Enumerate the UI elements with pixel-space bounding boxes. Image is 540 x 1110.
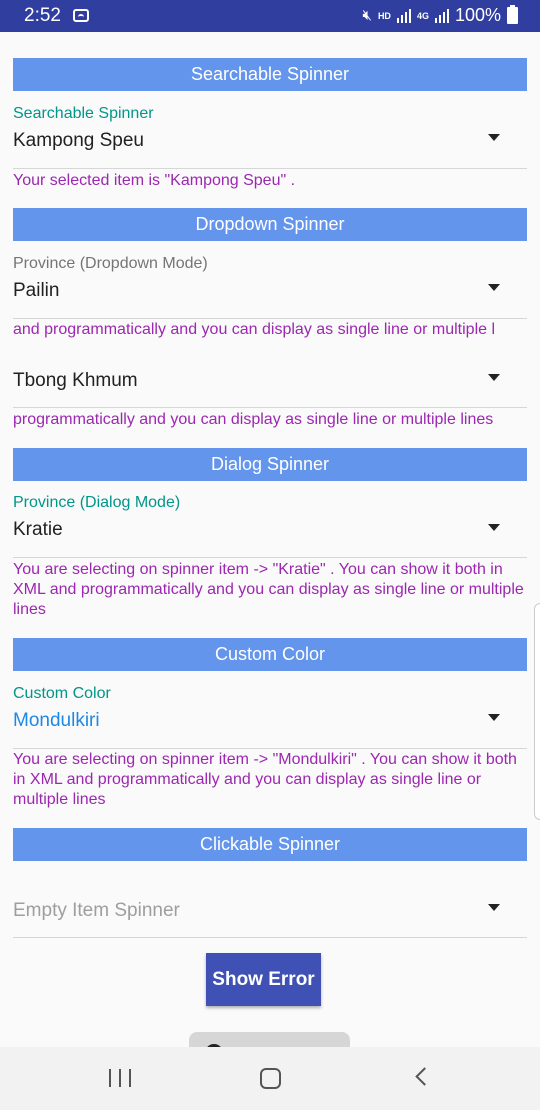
- dropdown-arrow-icon[interactable]: [488, 714, 500, 721]
- signal-icon-2: [434, 8, 449, 23]
- wifi-icon: [73, 9, 89, 22]
- home-icon[interactable]: [260, 1068, 281, 1089]
- dropdown-spinner-underline: [13, 318, 527, 319]
- dropdown-arrow-icon[interactable]: [488, 904, 500, 911]
- floating-button-peek[interactable]: [189, 1032, 350, 1048]
- dropdown-spinner-label: Province (Dropdown Mode): [13, 255, 208, 272]
- back-icon[interactable]: [415, 1067, 434, 1086]
- custom-color-value[interactable]: Mondulkiri: [13, 710, 100, 732]
- custom-color-header: Custom Color: [13, 638, 527, 671]
- dropdown-spinner-2-underline: [13, 407, 527, 408]
- dropdown-arrow-icon[interactable]: [488, 284, 500, 291]
- network-type: 4G: [416, 10, 429, 21]
- status-indicators: 🔇︎ HD 4G 100%: [362, 5, 518, 26]
- dialog-spinner-message: You are selecting on spinner item -> "Kr…: [13, 561, 524, 618]
- clickable-spinner-header: Clickable Spinner: [13, 828, 527, 861]
- battery-icon: [507, 5, 518, 24]
- hd-indicator: HD: [377, 10, 391, 21]
- custom-color-underline: [13, 748, 527, 749]
- signal-icon: [396, 8, 411, 23]
- dialog-spinner-header: Dialog Spinner: [13, 448, 527, 481]
- custom-color-label: Custom Color: [13, 685, 111, 702]
- custom-color-message: You are selecting on spinner item -> "Mo…: [13, 751, 517, 808]
- status-time: 2:52: [24, 5, 61, 26]
- dropdown-arrow-icon[interactable]: [488, 524, 500, 531]
- searchable-spinner-value[interactable]: Kampong Speu: [13, 130, 144, 152]
- status-bar: 2:52 🔇︎ HD 4G 100%: [0, 0, 540, 32]
- dropdown-spinner-2-value[interactable]: Tbong Khmum: [13, 370, 138, 392]
- dropdown-spinner-value[interactable]: Pailin: [13, 280, 59, 302]
- navigation-bar: [0, 1047, 540, 1110]
- empty-item-spinner[interactable]: Empty Item Spinner: [13, 900, 180, 922]
- dropdown-arrow-icon[interactable]: [488, 134, 500, 141]
- show-error-button[interactable]: Show Error: [206, 953, 321, 1006]
- dropdown-spinner-2-message: programmatically and you can display as …: [13, 411, 494, 428]
- searchable-spinner-header: Searchable Spinner: [13, 58, 527, 91]
- recent-apps-icon[interactable]: [109, 1069, 131, 1087]
- battery-percent: 100%: [454, 5, 501, 25]
- searchable-spinner-label: Searchable Spinner: [13, 105, 154, 122]
- dialog-spinner-label: Province (Dialog Mode): [13, 494, 181, 511]
- empty-item-spinner-underline: [13, 937, 527, 938]
- scroll-edge: [534, 603, 540, 820]
- dialog-spinner-underline: [13, 557, 527, 558]
- dropdown-spinner-message: and programmatically and you can display…: [13, 321, 496, 338]
- mute-icon: 🔇︎: [362, 7, 372, 24]
- dropdown-spinner-header: Dropdown Spinner: [13, 208, 527, 241]
- dropdown-arrow-icon[interactable]: [488, 374, 500, 381]
- searchable-spinner-message: Your selected item is "Kampong Speu" .: [13, 172, 296, 189]
- dialog-spinner-value[interactable]: Kratie: [13, 519, 63, 541]
- searchable-spinner-underline: [13, 168, 527, 169]
